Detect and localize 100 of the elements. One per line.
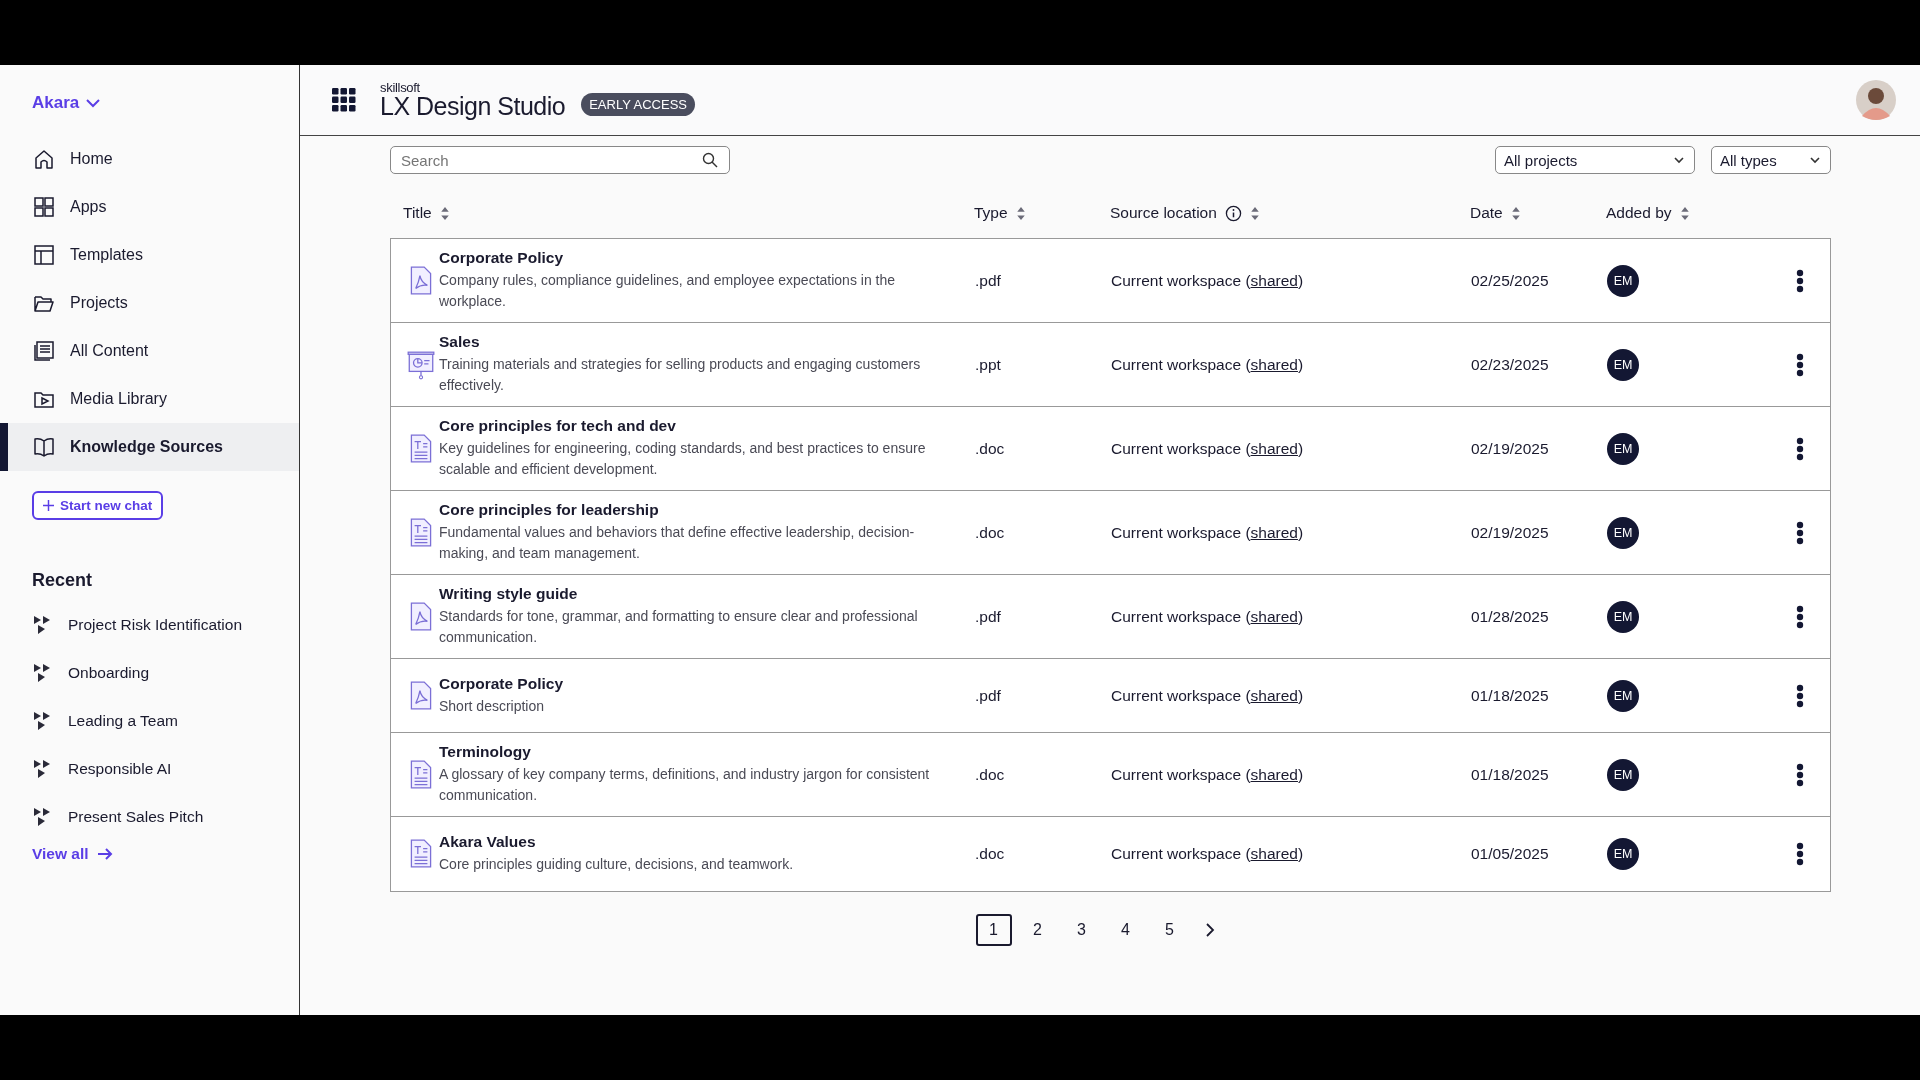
- recent-item[interactable]: Project Risk Identification: [0, 601, 299, 649]
- table-cell-text: .ppt: [975, 355, 1002, 374]
- column-header[interactable]: Source location: [1110, 204, 1217, 222]
- avatar[interactable]: [1856, 80, 1896, 120]
- source-location: Current workspace (shared): [1111, 439, 1305, 458]
- user-avatar: EM: [1607, 264, 1639, 297]
- sort-icon[interactable]: [1510, 205, 1521, 221]
- source-location: Current workspace (shared): [1111, 607, 1305, 626]
- user-avatar: EM: [1607, 432, 1639, 465]
- source-description: Standards for tone, grammar, and formatting to ensure clear and professional communication.: [439, 607, 919, 647]
- source-title[interactable]: Core principles for leadership: [439, 501, 935, 519]
- sort-icon[interactable]: [439, 205, 450, 221]
- table-cell-text: .doc: [975, 845, 1006, 863]
- more-icon[interactable]: [1796, 436, 1804, 461]
- sidebar-item[interactable]: Home: [0, 135, 299, 183]
- plus-icon: [43, 500, 54, 511]
- table-cell-text: .pdf: [975, 271, 1002, 290]
- source-title[interactable]: Sales: [439, 333, 935, 351]
- table-cell-text: 01/18/2025: [1471, 686, 1550, 705]
- column-header[interactable]: Title: [403, 204, 432, 222]
- start-chat-button[interactable]: Start new chat: [32, 491, 164, 520]
- shared-link[interactable]: shared: [1250, 355, 1298, 373]
- sidebar-item[interactable]: Apps: [0, 183, 299, 231]
- page-button[interactable]: 4: [1107, 914, 1144, 946]
- page-button[interactable]: 5: [1151, 914, 1188, 946]
- source-title[interactable]: Corporate Policy: [439, 674, 935, 693]
- table-cell-text: .pdf: [975, 607, 1002, 626]
- user-avatar: EM: [1607, 348, 1639, 381]
- shared-link[interactable]: shared: [1250, 439, 1298, 457]
- recent-item[interactable]: Present Sales Pitch: [0, 793, 299, 841]
- filter-dropdown[interactable]: All types: [1711, 146, 1831, 174]
- filter-dropdown[interactable]: All projects: [1495, 146, 1695, 174]
- product-name: LX Design Studio: [380, 94, 566, 119]
- source-description: A glossary of key company terms, definitions, and industry jargon for consistent communication.: [439, 765, 931, 805]
- table-cell-text: 01/18/2025: [1471, 765, 1550, 784]
- user-avatar: EM: [1607, 838, 1639, 870]
- column-header[interactable]: Type: [974, 204, 1008, 222]
- more-icon[interactable]: [1796, 520, 1804, 545]
- more-icon[interactable]: [1796, 604, 1804, 629]
- shared-link[interactable]: shared: [1250, 765, 1298, 783]
- shared-link[interactable]: shared: [1250, 271, 1298, 289]
- source-title[interactable]: Akara Values: [439, 833, 935, 851]
- source-title[interactable]: Writing style guide: [439, 585, 935, 603]
- user-avatar: EM: [1607, 600, 1639, 633]
- more-icon[interactable]: [1796, 683, 1804, 708]
- sort-icon[interactable]: [1249, 205, 1260, 221]
- shared-link[interactable]: shared: [1250, 607, 1298, 625]
- table-cell-text: .doc: [975, 765, 1006, 784]
- source-description: Training materials and strategies for selling products and engaging customers effectively.: [439, 355, 922, 395]
- section-heading: Recent: [32, 570, 94, 591]
- source-description: Short description: [439, 696, 546, 716]
- source-title[interactable]: Terminology: [439, 743, 935, 761]
- info-icon[interactable]: [1224, 204, 1242, 222]
- column-header[interactable]: Added by: [1606, 204, 1672, 222]
- arrow-right-icon: [96, 848, 113, 860]
- more-icon[interactable]: [1796, 762, 1804, 787]
- table-cell-text: .doc: [975, 523, 1006, 542]
- search-icon: [702, 152, 718, 168]
- source-title[interactable]: Core principles for tech and dev: [439, 417, 935, 435]
- app-grid-icon[interactable]: [332, 88, 356, 112]
- status-badge: EARLY ACCESS: [581, 92, 695, 116]
- page-button[interactable]: 2: [1019, 914, 1056, 946]
- chevron-down-icon: [1674, 156, 1684, 164]
- table-cell-text: 02/19/2025: [1471, 523, 1550, 542]
- source-location: Current workspace (shared): [1111, 686, 1305, 705]
- more-icon[interactable]: [1796, 352, 1804, 377]
- recent-item[interactable]: Responsible AI: [0, 745, 299, 793]
- page-button[interactable]: 1: [975, 914, 1012, 946]
- workspace-selector[interactable]: Akara: [32, 93, 299, 113]
- recent-item[interactable]: Leading a Team: [0, 697, 299, 745]
- page-button[interactable]: 3: [1063, 914, 1100, 946]
- shared-link[interactable]: shared: [1250, 523, 1298, 541]
- chevron-down-icon: [85, 98, 102, 108]
- source-description: Core principles guiding culture, decisions, and teamwork.: [439, 855, 795, 874]
- user-avatar: EM: [1607, 758, 1639, 791]
- sidebar-item[interactable]: Templates: [0, 231, 299, 279]
- sidebar-item[interactable]: Media Library: [0, 375, 299, 423]
- table-cell-text: 02/19/2025: [1471, 439, 1550, 458]
- sort-icon[interactable]: [1015, 205, 1026, 221]
- shared-link[interactable]: shared: [1250, 686, 1298, 704]
- column-header[interactable]: Date: [1470, 204, 1503, 222]
- table-cell-text: 02/23/2025: [1471, 355, 1550, 374]
- shared-link[interactable]: shared: [1250, 845, 1298, 862]
- next-page-icon[interactable]: [1203, 923, 1216, 937]
- brand-name: skillsoft: [380, 81, 421, 94]
- sidebar-item[interactable]: Projects: [0, 279, 299, 327]
- more-icon[interactable]: [1796, 268, 1804, 293]
- source-location: Current workspace (shared): [1111, 271, 1305, 290]
- sidebar-item[interactable]: All Content: [0, 327, 299, 375]
- more-icon[interactable]: [1796, 842, 1804, 866]
- sidebar-item[interactable]: Knowledge Sources: [0, 423, 299, 471]
- chevron-down-icon: [1810, 156, 1820, 164]
- view-all-link[interactable]: View all: [32, 845, 113, 863]
- source-location: Current workspace (shared): [1111, 845, 1305, 863]
- user-avatar: EM: [1607, 679, 1639, 712]
- source-title[interactable]: Corporate Policy: [439, 249, 935, 267]
- recent-item[interactable]: Onboarding: [0, 649, 299, 697]
- search-field[interactable]: Search: [390, 146, 730, 174]
- sort-icon[interactable]: [1679, 205, 1690, 221]
- table-cell-text: .pdf: [975, 686, 1002, 705]
